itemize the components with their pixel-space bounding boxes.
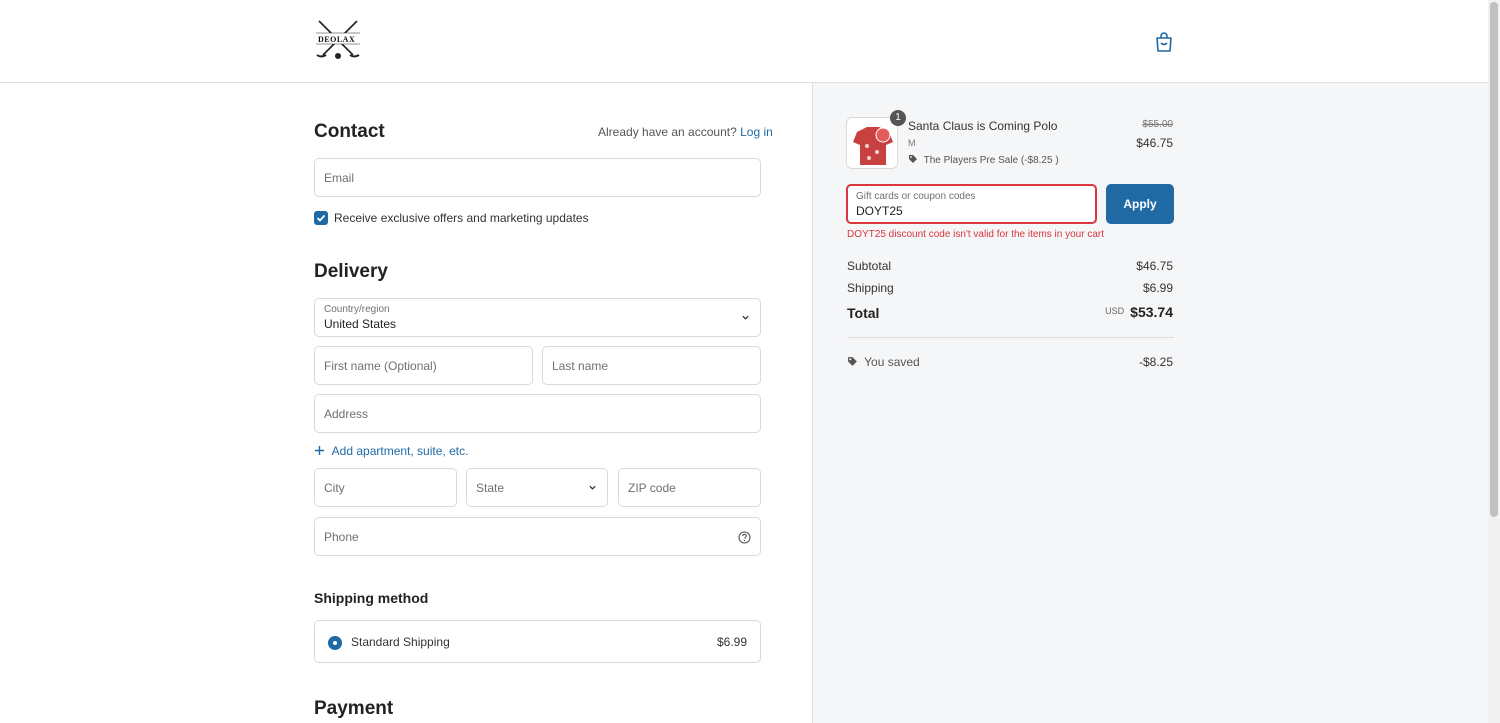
shipping-option-standard[interactable]: Standard Shipping $6.99 <box>314 620 761 663</box>
product-discount: The Players Pre Sale (-$8.25 ) <box>908 154 1059 166</box>
apply-button[interactable]: Apply <box>1106 184 1174 224</box>
shopping-bag-icon[interactable] <box>1155 32 1173 52</box>
email-placeholder: Email <box>324 171 355 185</box>
tag-icon <box>909 155 917 163</box>
state-placeholder: State <box>476 481 505 495</box>
saved-label: You saved <box>864 355 920 369</box>
shipping-option-label: Standard Shipping <box>351 635 450 649</box>
shipping-label: Shipping <box>847 281 894 295</box>
subtotal-value: $46.75 <box>1136 259 1173 273</box>
scrollbar-thumb[interactable] <box>1490 2 1498 517</box>
shipping-method-heading: Shipping method <box>314 590 429 606</box>
marketing-checkbox[interactable] <box>314 211 328 225</box>
country-value: United States <box>324 317 397 331</box>
shipping-value: $6.99 <box>1142 281 1173 295</box>
first-name-field[interactable]: First name (Optional) <box>314 346 533 385</box>
shipping-option-price: $6.99 <box>716 635 747 649</box>
last-name-field[interactable]: Last name <box>542 346 761 385</box>
store-logo[interactable]: DEOLAX <box>313 17 363 61</box>
phone-field[interactable]: Phone <box>314 517 761 556</box>
help-circle-icon[interactable] <box>738 531 751 544</box>
city-placeholder: City <box>324 481 345 495</box>
total-value: $53.74 <box>1130 304 1173 320</box>
product-thumbnail <box>846 117 898 169</box>
country-label: Country/region <box>324 304 390 315</box>
saved-value: -$8.25 <box>1138 355 1173 369</box>
summary-divider <box>847 337 1174 338</box>
logo-text: DEOLAX <box>318 35 356 44</box>
coupon-error: DOYT25 discount code isn't valid for the… <box>847 229 1105 240</box>
product-variant: M <box>908 138 916 148</box>
add-apartment-label: Add apartment, suite, etc. <box>331 444 469 458</box>
product-discount-label: The Players Pre Sale (-$8.25 ) <box>923 155 1059 166</box>
last-name-placeholder: Last name <box>552 359 609 373</box>
coupon-value: DOYT25 <box>856 204 903 218</box>
city-field[interactable]: City <box>314 468 457 507</box>
product-price: $46.75 <box>1136 136 1173 150</box>
payment-heading: Payment <box>314 698 394 719</box>
you-saved: You saved <box>847 355 920 369</box>
total-label: Total <box>847 305 880 321</box>
plus-icon <box>315 446 324 455</box>
checkmark-icon <box>316 214 326 222</box>
total-amount: USD $53.74 <box>1105 304 1173 322</box>
chevron-down-icon <box>589 485 596 490</box>
chevron-down-icon <box>742 315 749 320</box>
order-summary-panel <box>813 83 1488 723</box>
state-select[interactable]: State <box>466 468 608 507</box>
subtotal-label: Subtotal <box>847 259 892 273</box>
country-select[interactable]: Country/region United States <box>314 298 761 337</box>
address-placeholder: Address <box>324 407 369 421</box>
tag-icon <box>848 357 857 366</box>
account-prompt-text: Already have an account? <box>598 125 737 139</box>
account-prompt: Already have an account? Log in <box>598 125 773 139</box>
add-apartment-link[interactable]: Add apartment, suite, etc. <box>314 444 468 458</box>
page-scrollbar[interactable] <box>1488 0 1500 723</box>
product-name: Santa Claus is Coming Polo <box>908 119 1058 133</box>
zip-field[interactable]: ZIP code <box>618 468 761 507</box>
polo-shirt-image <box>853 127 893 165</box>
coupon-label: Gift cards or coupon codes <box>856 191 976 202</box>
login-link[interactable]: Log in <box>740 125 773 139</box>
page-header: DEOLAX <box>0 0 1488 83</box>
phone-placeholder: Phone <box>324 530 359 544</box>
shipping-radio[interactable] <box>328 636 342 650</box>
product-original-price: $55.00 <box>1142 119 1173 130</box>
delivery-heading: Delivery <box>314 261 388 282</box>
first-name-placeholder: First name (Optional) <box>324 359 437 373</box>
zip-placeholder: ZIP code <box>628 481 676 495</box>
currency-code: USD <box>1105 306 1125 316</box>
address-field[interactable]: Address <box>314 394 761 433</box>
contact-heading: Contact <box>314 121 385 142</box>
marketing-label[interactable]: Receive exclusive offers and marketing u… <box>334 211 589 225</box>
email-field[interactable]: Email <box>314 158 761 197</box>
quantity-badge: 1 <box>890 110 906 126</box>
coupon-field[interactable]: Gift cards or coupon codes DOYT25 <box>846 184 1097 224</box>
